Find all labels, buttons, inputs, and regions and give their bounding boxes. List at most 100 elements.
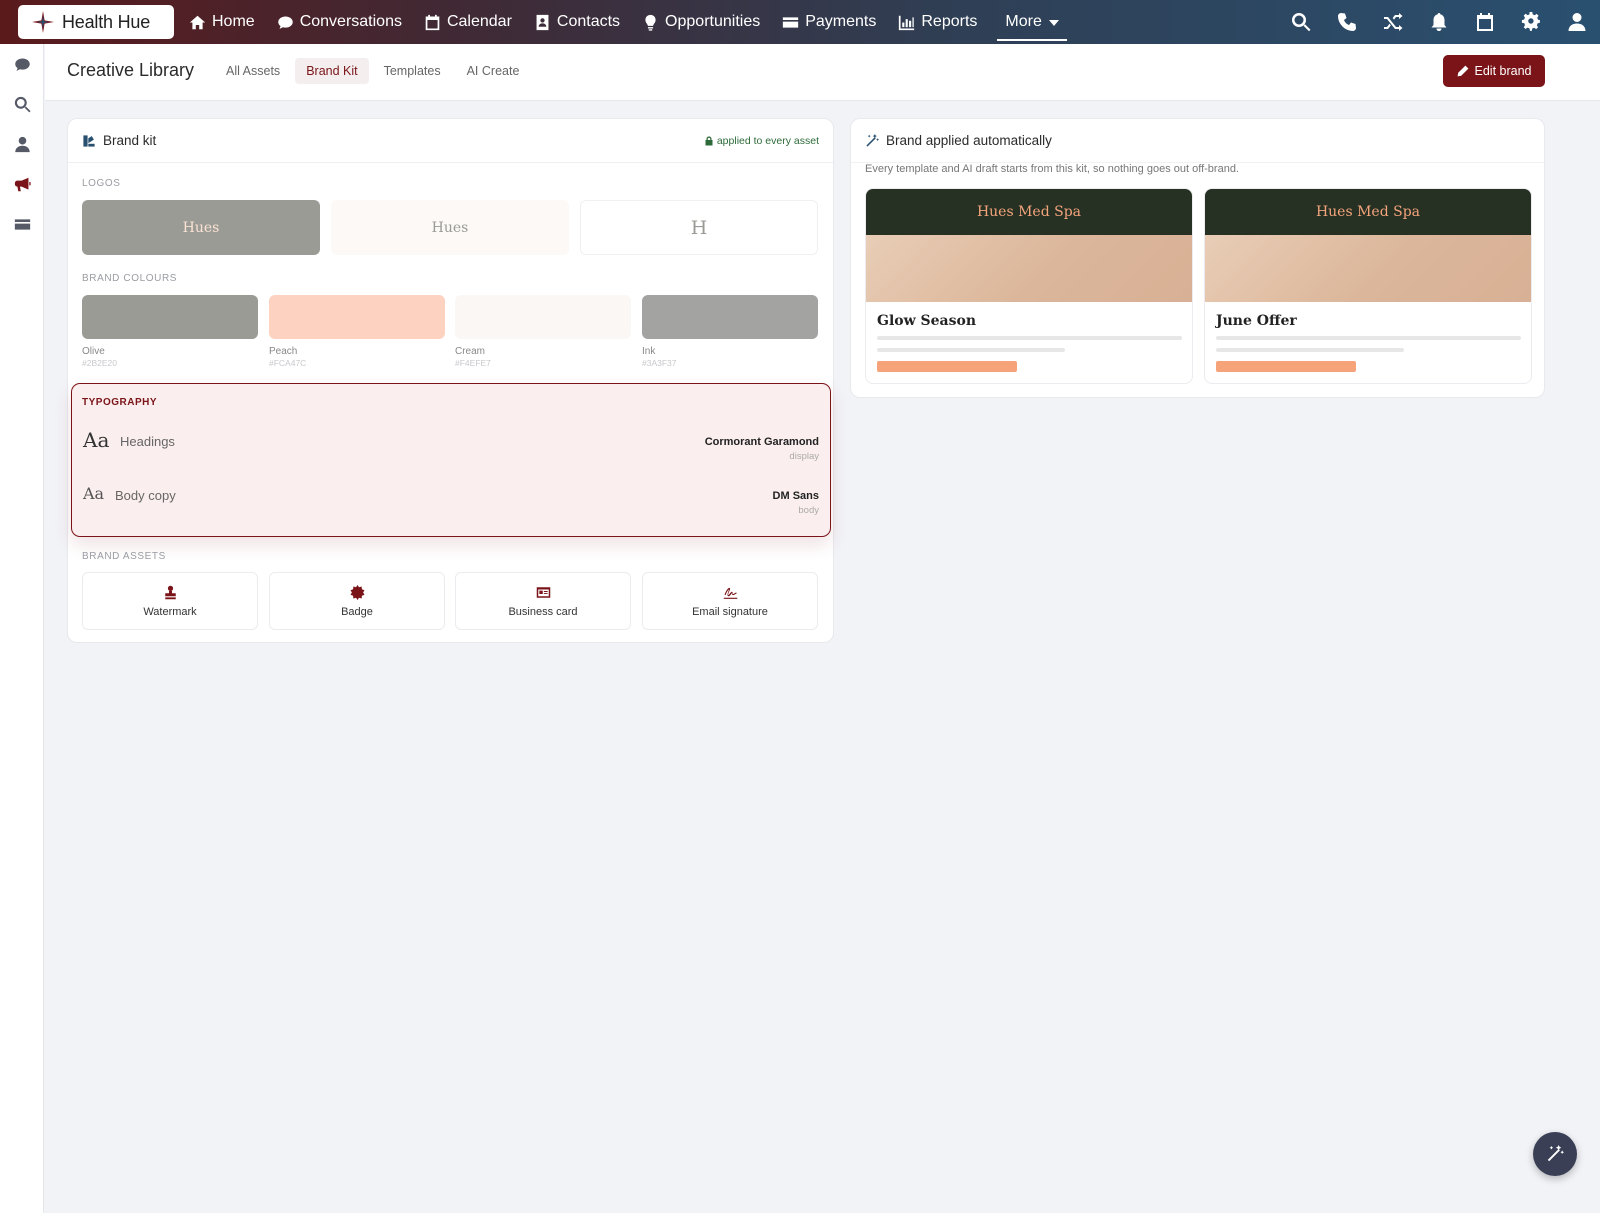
global-search-button[interactable] [1278, 0, 1324, 44]
nav-conversations[interactable]: Conversations [277, 0, 402, 44]
nav-reports[interactable]: Reports [898, 0, 977, 44]
template-preview-glow-season[interactable]: Hues Med Spa Glow Season [865, 188, 1193, 384]
settings-button[interactable] [1508, 0, 1554, 44]
brand-assets-label: BRAND ASSETS [82, 551, 166, 562]
calendar-icon [425, 14, 440, 30]
body-font-family: DM Sans [772, 490, 819, 502]
edit-brand-label: Edit brand [1474, 64, 1532, 78]
brand-kit-title: Brand kit [103, 133, 157, 148]
brand-kit-header: Brand kit applied to every asset [68, 119, 833, 163]
nav-payments[interactable]: Payments [782, 0, 876, 44]
logo-light[interactable]: Hues [331, 200, 569, 255]
lightbulb-icon [645, 14, 656, 31]
colour-swatch-peach[interactable] [269, 295, 445, 339]
colour-hex-cream: #F4EFE7 [455, 358, 491, 368]
nav-home[interactable]: Home [189, 0, 255, 44]
template-cta-bar [1216, 361, 1356, 372]
app-logo[interactable]: Health Hue [18, 5, 174, 39]
colour-name-cream: Cream [455, 346, 486, 357]
logo-primary-text: Hues [182, 219, 220, 236]
body-font-role: body [798, 505, 819, 516]
nav-home-label: Home [212, 13, 255, 30]
nav-opportunities[interactable]: Opportunities [642, 0, 760, 44]
badge-icon [350, 584, 364, 600]
asset-badge-label: Badge [341, 605, 373, 618]
heading-sample: Aa [83, 428, 110, 452]
colour-hex-olive: #2B2E20 [82, 358, 117, 368]
ai-assistant-button[interactable] [1533, 1132, 1577, 1176]
colour-swatch-olive[interactable] [82, 295, 258, 339]
rail-contacts[interactable] [0, 124, 44, 164]
workflow-button[interactable] [1370, 0, 1416, 44]
nav-calendar-label: Calendar [446, 13, 512, 30]
tab-all-assets[interactable]: All Assets [215, 58, 291, 84]
template-brand-bar: Hues Med Spa [1205, 189, 1531, 235]
nav-opportunities-label: Opportunities [665, 13, 761, 30]
body-sample: Aa [83, 484, 105, 503]
user-icon [1568, 13, 1586, 31]
colour-swatch-cream[interactable] [455, 295, 631, 339]
asset-email-signature[interactable]: Email signature [642, 572, 818, 630]
palette-icon [83, 134, 95, 147]
body-font-name: Body copy [115, 488, 176, 503]
asset-email-signature-label: Email signature [692, 605, 768, 618]
template-text-line [877, 348, 1065, 352]
colour-hex-ink: #3A3F37 [642, 358, 677, 368]
calendar-shortcut-button[interactable] [1462, 0, 1508, 44]
colour-swatch-ink[interactable] [642, 295, 818, 339]
typography-section[interactable]: TYPOGRAPHY Aa Headings Cormorant Garamon… [71, 383, 831, 537]
logo-mark-text: H [690, 216, 708, 239]
contact-card-icon [536, 14, 549, 30]
nav-more-dropdown[interactable]: More [997, 0, 1068, 44]
asset-business-card[interactable]: Business card [455, 572, 631, 630]
edit-brand-button[interactable]: Edit brand [1443, 55, 1545, 87]
nav-contacts[interactable]: Contacts [534, 0, 620, 44]
template-preview-june-offer[interactable]: Hues Med Spa June Offer [1204, 188, 1532, 384]
colour-name-peach: Peach [269, 346, 298, 357]
template-text-line [1216, 336, 1521, 340]
app-name: Health Hue [62, 11, 151, 32]
megaphone-icon [14, 177, 31, 191]
health-hue-logo-icon [32, 11, 54, 33]
nav-more-label: More [1005, 13, 1042, 30]
magic-wand-icon [1547, 1145, 1564, 1162]
profile-button[interactable] [1554, 0, 1600, 44]
typography-label: TYPOGRAPHY [82, 397, 158, 408]
colour-name-olive: Olive [82, 346, 105, 357]
nav-reports-label: Reports [921, 13, 978, 30]
logo-primary[interactable]: Hues [82, 200, 320, 255]
tab-templates[interactable]: Templates [373, 58, 452, 84]
notifications-button[interactable] [1416, 0, 1462, 44]
applied-note-text: applied to every asset [716, 135, 819, 147]
nav-conversations-label: Conversations [299, 13, 402, 30]
user-icon [14, 136, 30, 152]
top-navigation: Health Hue Home Conversations Calendar C… [0, 0, 1600, 44]
nav-contacts-label: Contacts [556, 13, 621, 30]
rail-marketing[interactable] [0, 164, 44, 204]
tab-brand-kit[interactable]: Brand Kit [295, 58, 369, 84]
asset-badge[interactable]: Badge [269, 572, 445, 630]
template-cta-bar [877, 361, 1017, 372]
template-text-line [877, 336, 1182, 340]
auto-brand-title: Brand applied automatically [886, 133, 1052, 148]
template-text-line [1216, 348, 1404, 352]
rail-conversations[interactable] [0, 44, 44, 84]
auto-brand-header: Brand applied automatically [851, 119, 1544, 163]
signature-icon [723, 587, 737, 599]
logo-mark[interactable]: H [580, 200, 818, 255]
search-icon [1292, 13, 1311, 32]
search-icon [14, 96, 31, 112]
home-icon [189, 15, 206, 29]
rail-payments[interactable] [0, 204, 44, 244]
id-card-icon [536, 586, 550, 598]
phone-button[interactable] [1324, 0, 1370, 44]
asset-watermark[interactable]: Watermark [82, 572, 258, 630]
brand-kit-card: Brand kit applied to every asset LOGOS H… [67, 118, 834, 643]
bell-icon [1431, 13, 1447, 31]
colour-hex-peach: #FCA47C [269, 358, 307, 368]
nav-calendar[interactable]: Calendar [424, 0, 512, 44]
rail-search[interactable] [0, 84, 44, 124]
template-title: June Offer [1216, 313, 1297, 329]
shuffle-icon [1384, 13, 1403, 31]
tab-ai-create[interactable]: AI Create [456, 58, 531, 84]
